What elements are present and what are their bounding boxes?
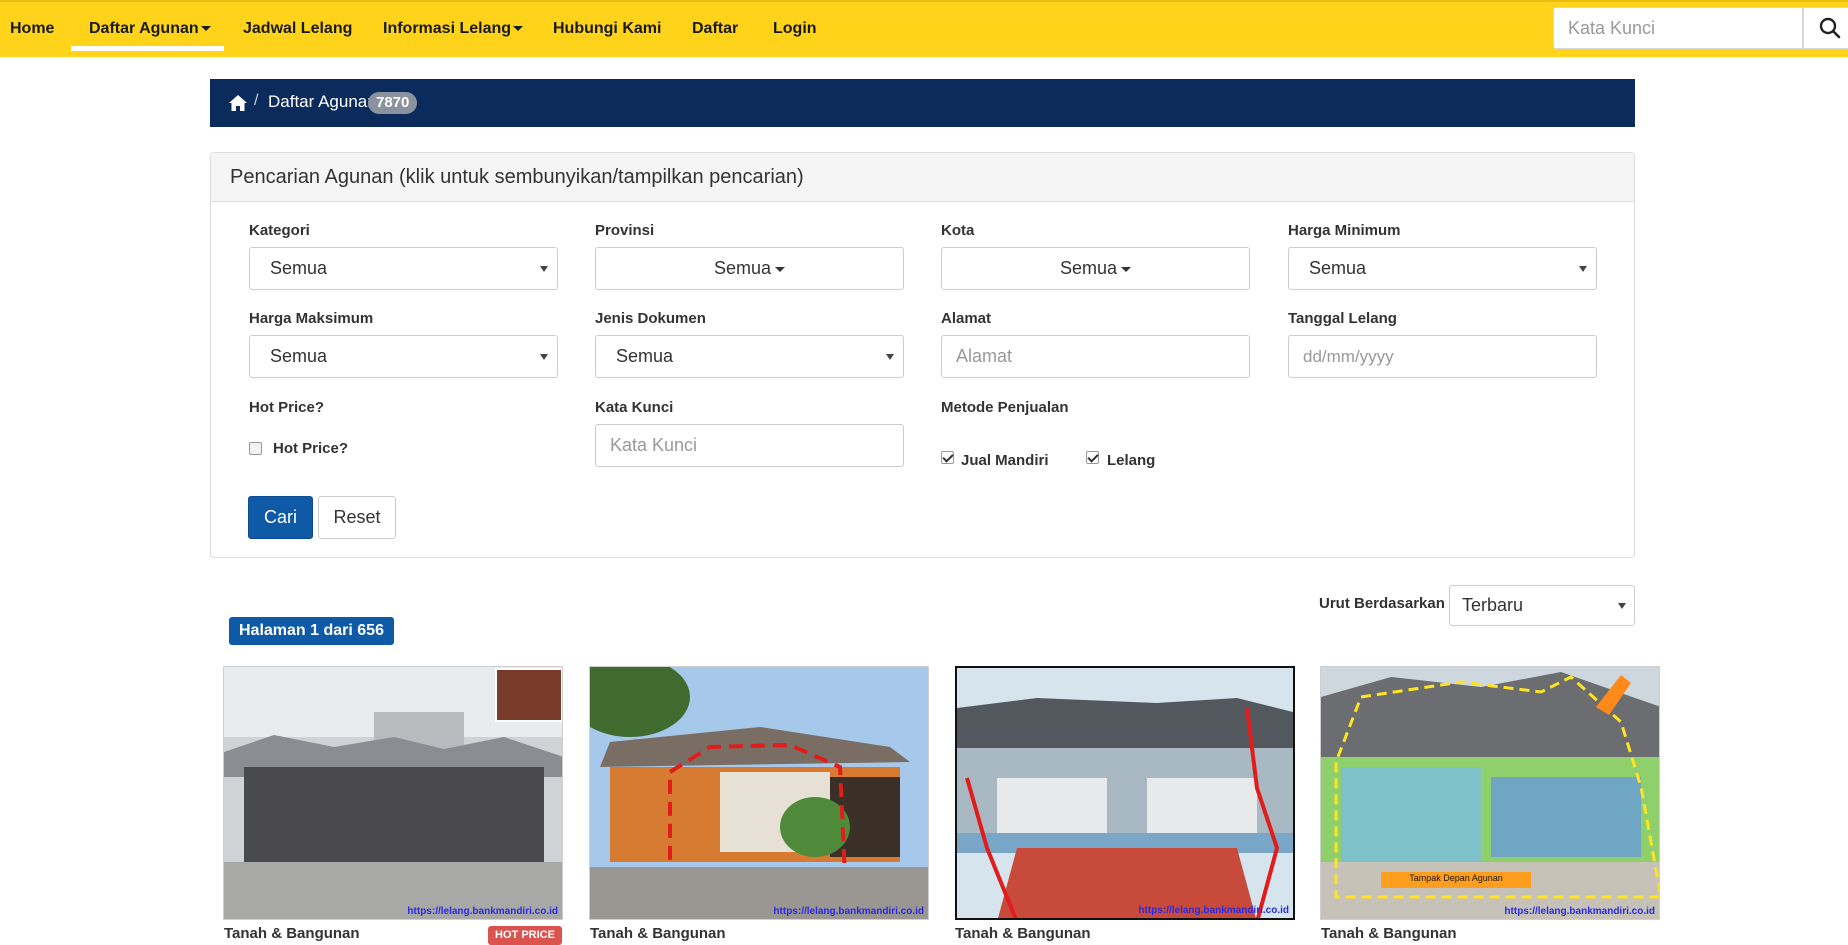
listing-type-1: Tanah & Bangunan	[224, 925, 360, 942]
tanggal-lelang-label: Tanggal Lelang	[1288, 310, 1397, 327]
harga-max-label: Harga Maksimum	[249, 310, 374, 327]
watermark-url: https://lelang.bankmandiri.co.id	[773, 906, 924, 917]
kata-kunci-input[interactable]: Kata Kunci	[595, 424, 904, 467]
jual-mandiri-label[interactable]: Jual Mandiri	[961, 452, 1049, 469]
listing-card-3[interactable]: https://lelang.bankmandiri.co.id	[955, 666, 1295, 920]
listing-type-4: Tanah & Bangunan	[1321, 925, 1457, 942]
jenis-dokumen-value: Semua	[616, 346, 674, 366]
nav-login[interactable]: Login	[773, 17, 817, 41]
kata-kunci-label: Kata Kunci	[595, 399, 674, 416]
kategori-value: Semua	[270, 258, 328, 278]
provinsi-label: Provinsi	[595, 222, 655, 239]
listing-card-2[interactable]: https://lelang.bankmandiri.co.id	[589, 666, 929, 920]
nav-search-input[interactable]: Kata Kunci	[1553, 7, 1803, 49]
listing-photo	[224, 667, 562, 919]
kategori-select[interactable]: Semua	[249, 247, 558, 290]
harga-max-value: Semua	[270, 346, 328, 366]
watermark-url: https://lelang.bankmandiri.co.id	[1138, 905, 1289, 916]
kota-dropdown[interactable]: Semua	[941, 247, 1250, 290]
provinsi-dropdown[interactable]: Semua	[595, 247, 904, 290]
count-badge: 7870	[368, 92, 418, 114]
jenis-dokumen-label: Jenis Dokumen	[595, 310, 706, 327]
nav-jadwal-lelang[interactable]: Jadwal Lelang	[243, 17, 352, 41]
hot-price-badge: HOT PRICE	[488, 926, 562, 945]
hot-price-checkbox[interactable]	[249, 442, 262, 455]
harga-min-value: Semua	[1309, 258, 1367, 278]
listing-type-3: Tanah & Bangunan	[955, 925, 1091, 942]
select-arrow-icon	[540, 266, 548, 272]
active-nav-indicator	[71, 46, 224, 51]
hot-price-checkbox-label[interactable]: Hot Price?	[273, 440, 348, 457]
listing-type-2: Tanah & Bangunan	[590, 925, 726, 942]
top-navbar: Home Daftar Agunan Jadwal Lelang Informa…	[0, 0, 1848, 57]
listing-card-4[interactable]: Tampak Depan Agunan https://lelang.bankm…	[1320, 666, 1660, 920]
listing-photo	[957, 668, 1293, 918]
chevron-down-icon	[513, 26, 524, 32]
watermark-url: https://lelang.bankmandiri.co.id	[407, 906, 558, 917]
select-arrow-icon	[1579, 266, 1587, 272]
sort-select[interactable]: Terbaru	[1449, 585, 1635, 626]
kota-value: Semua	[1059, 258, 1118, 278]
jenis-dokumen-select[interactable]: Semua	[595, 335, 904, 378]
breadcrumb: / Daftar Agunan 7870	[210, 79, 1635, 127]
nav-daftar-agunan-label: Daftar Agunan	[89, 20, 199, 37]
listing-card-1[interactable]: https://lelang.bankmandiri.co.id	[223, 666, 563, 920]
select-arrow-icon	[540, 354, 548, 360]
sort-label: Urut Berdasarkan	[1319, 595, 1445, 612]
photo-label: Tampak Depan Agunan	[1409, 873, 1503, 883]
chevron-down-icon	[775, 266, 786, 272]
alamat-label: Alamat	[941, 310, 992, 327]
provinsi-value: Semua	[713, 258, 772, 278]
search-icon	[1819, 17, 1841, 39]
reset-button[interactable]: Reset	[318, 496, 396, 539]
nav-informasi-lelang[interactable]: Informasi Lelang	[383, 17, 524, 41]
nav-informasi-lelang-label: Informasi Lelang	[383, 20, 512, 37]
alamat-input[interactable]: Alamat	[941, 335, 1250, 378]
lelang-label[interactable]: Lelang	[1107, 452, 1155, 469]
harga-min-select[interactable]: Semua	[1288, 247, 1597, 290]
tanggal-lelang-input[interactable]: dd/mm/yyyy	[1288, 335, 1597, 378]
hot-price-label: Hot Price?	[249, 399, 325, 416]
select-arrow-icon	[886, 354, 894, 360]
breadcrumb-current: Daftar Agunan	[268, 92, 377, 111]
pagination-badge: Halaman 1 dari 656	[229, 617, 394, 645]
search-panel-toggle[interactable]: Pencarian Agunan (klik untuk sembunyikan…	[211, 153, 1634, 202]
jual-mandiri-checkbox[interactable]	[941, 451, 954, 464]
watermark-url: https://lelang.bankmandiri.co.id	[1504, 906, 1655, 917]
chevron-down-icon	[200, 26, 211, 32]
kategori-label: Kategori	[249, 222, 310, 239]
kota-label: Kota	[941, 222, 975, 239]
sort-value: Terbaru	[1462, 595, 1524, 615]
select-arrow-icon	[1618, 603, 1626, 609]
listing-photo	[590, 667, 928, 919]
harga-max-select[interactable]: Semua	[249, 335, 558, 378]
nav-daftar[interactable]: Daftar	[692, 17, 738, 41]
breadcrumb-separator: /	[254, 92, 259, 109]
chevron-down-icon	[1121, 266, 1132, 272]
harga-min-label: Harga Minimum	[1288, 222, 1401, 239]
metode-penjualan-label: Metode Penjualan	[941, 399, 1069, 416]
nav-search-button[interactable]	[1803, 7, 1848, 49]
home-icon[interactable]	[228, 93, 248, 113]
cari-button[interactable]: Cari	[248, 496, 313, 539]
lelang-checkbox[interactable]	[1086, 451, 1099, 464]
nav-home[interactable]: Home	[10, 17, 54, 41]
nav-hubungi-kami[interactable]: Hubungi Kami	[553, 17, 661, 41]
nav-daftar-agunan[interactable]: Daftar Agunan	[89, 17, 211, 41]
